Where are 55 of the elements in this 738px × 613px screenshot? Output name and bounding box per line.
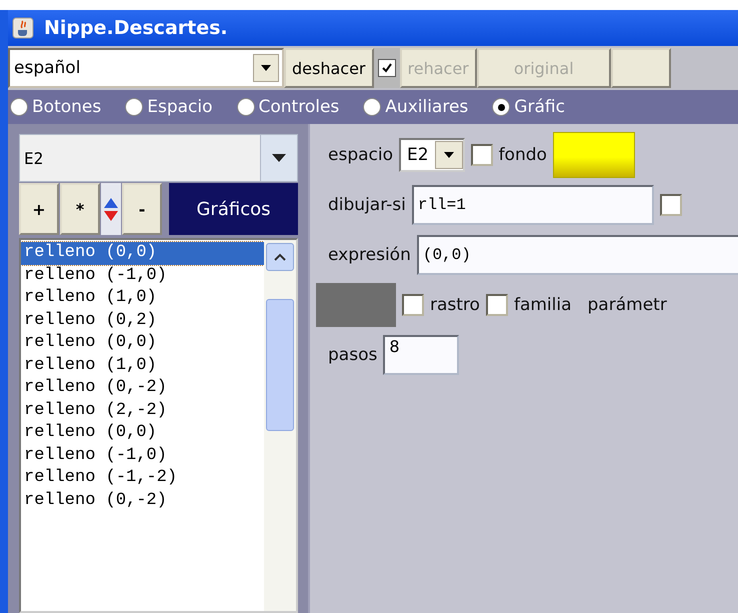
dropdown-arrow-icon <box>261 65 271 71</box>
list-item[interactable]: relleno (1,0) <box>21 354 264 377</box>
list-item[interactable]: relleno (0,0) <box>21 332 264 354</box>
language-dropdown[interactable]: español <box>8 48 284 88</box>
condition-field[interactable]: rll=1 <box>412 185 654 225</box>
checkmark-icon <box>380 62 392 74</box>
list-item[interactable]: relleno (1,0) <box>21 287 264 310</box>
space-dropdown[interactable]: E2 <box>399 138 465 172</box>
window-title: Nippe.Descartes. <box>44 17 228 39</box>
scrollbar[interactable] <box>264 240 296 611</box>
list-item[interactable]: relleno (0,-2) <box>21 490 264 512</box>
list-item[interactable]: relleno (-1,-2) <box>21 467 264 490</box>
list-item[interactable]: relleno (-1,0) <box>21 444 264 467</box>
field-label: dibujar-si <box>328 195 406 215</box>
list-item[interactable]: relleno (2,-2) <box>21 400 264 422</box>
list-item[interactable]: relleno (0,2) <box>21 310 264 332</box>
section-radio[interactable]: Espacio <box>125 97 213 117</box>
list-item[interactable]: relleno (-1,0) <box>21 264 264 287</box>
toolbar-button[interactable] <box>610 48 671 88</box>
trace-checkbox[interactable] <box>402 294 424 316</box>
remove-button[interactable]: - <box>122 183 162 235</box>
scroll-thumb[interactable] <box>266 299 294 431</box>
move-up-icon[interactable] <box>104 198 118 208</box>
color-swatch[interactable] <box>552 132 635 178</box>
list-item[interactable]: relleno (0,0) <box>21 242 264 264</box>
section-radio[interactable]: Controles <box>236 97 340 117</box>
color-swatch[interactable] <box>316 283 396 327</box>
dropdown-arrow-icon <box>272 154 286 162</box>
scroll-up-icon <box>274 253 286 261</box>
move-down-icon[interactable] <box>104 210 118 220</box>
steps-field[interactable]: 8 <box>383 335 460 375</box>
section-radio[interactable]: Gráfic <box>492 97 565 117</box>
undo-checkbox[interactable] <box>378 59 396 77</box>
checkbox-label: rastro <box>430 295 480 315</box>
space-dropdown[interactable]: E2 <box>19 134 298 182</box>
dropdown-arrow-icon <box>444 152 454 158</box>
list-item[interactable]: relleno (0,-2) <box>21 377 264 400</box>
checkbox-label: familia <box>514 295 572 315</box>
section-heading: Gráficos <box>169 183 298 235</box>
field-label: parámetr <box>588 295 667 315</box>
family-checkbox[interactable] <box>486 294 508 316</box>
add-button[interactable]: + <box>19 183 59 235</box>
background-checkbox[interactable] <box>470 144 493 166</box>
checkbox-label: fondo <box>498 145 547 165</box>
section-radio[interactable]: Botones <box>10 97 102 117</box>
coffee-cup-icon <box>12 17 34 39</box>
list-item[interactable]: relleno (0,0) <box>21 422 264 444</box>
duplicate-button[interactable]: * <box>60 183 100 235</box>
undo-button[interactable]: deshacer <box>284 48 374 88</box>
field-label: espacio <box>328 145 393 165</box>
field-label: expresión <box>328 245 411 265</box>
section-radio[interactable]: Auxiliares <box>363 97 468 117</box>
expression-field[interactable]: (0,0) <box>416 235 738 275</box>
field-label: pasos <box>328 345 378 365</box>
checkbox[interactable] <box>660 194 682 216</box>
